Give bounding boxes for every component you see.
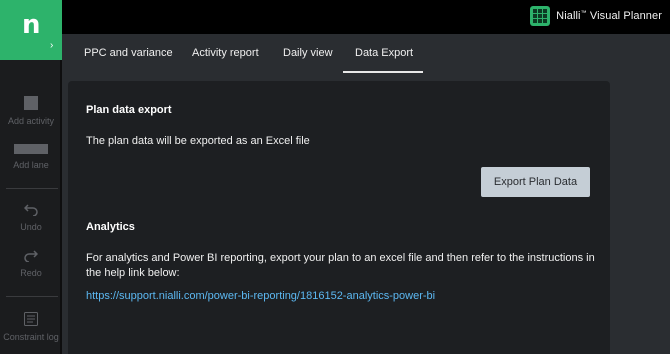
add-activity-button[interactable]: Add activity xyxy=(0,96,62,126)
redo-icon xyxy=(24,250,38,262)
nialli-grid-logo-icon xyxy=(530,6,551,26)
undo-button[interactable]: Undo xyxy=(0,204,62,232)
tool-sidebar: Add activity Add lane Undo Redo Constrai… xyxy=(0,60,62,354)
brand-name: Nialli™ Visual Planner xyxy=(556,10,662,22)
tool-divider xyxy=(6,296,58,297)
top-bar: Nialli™ Visual Planner xyxy=(0,0,670,34)
power-bi-help-link[interactable]: https://support.nialli.com/power-bi-repo… xyxy=(86,290,435,302)
brand-name-text: Nialli xyxy=(556,10,581,22)
tab-data-export[interactable]: Data Export xyxy=(355,47,413,59)
analytics-heading: Analytics xyxy=(86,221,135,233)
plan-data-export-heading: Plan data export xyxy=(86,104,172,116)
add-lane-button[interactable]: Add lane xyxy=(0,144,62,170)
app-logo-button[interactable]: n › xyxy=(0,0,62,60)
data-export-card: Plan data export The plan data will be e… xyxy=(68,81,610,354)
constraint-log-button[interactable]: Constraint log xyxy=(0,312,62,343)
redo-button[interactable]: Redo xyxy=(0,250,62,278)
redo-label: Redo xyxy=(20,268,42,278)
chevron-right-icon: › xyxy=(50,40,54,51)
app-logo-letter: n xyxy=(22,10,41,40)
analytics-description: For analytics and Power BI reporting, ex… xyxy=(86,251,606,281)
analytics-description-line-1: For analytics and Power BI reporting, ex… xyxy=(86,252,595,264)
plan-data-export-description: The plan data will be exported as an Exc… xyxy=(86,135,310,147)
undo-icon xyxy=(24,204,38,216)
brand-product: Visual Planner xyxy=(589,10,662,22)
square-icon xyxy=(24,96,38,110)
tab-daily-view[interactable]: Daily view xyxy=(283,47,333,59)
add-lane-label: Add lane xyxy=(13,160,49,170)
constraint-log-label: Constraint log xyxy=(3,332,59,342)
main-panel: PPC and variance Activity report Daily v… xyxy=(62,34,670,354)
active-tab-indicator xyxy=(343,71,423,73)
report-tabs: PPC and variance Activity report Daily v… xyxy=(62,34,670,73)
undo-label: Undo xyxy=(20,222,42,232)
tab-activity-report[interactable]: Activity report xyxy=(192,47,259,59)
tab-ppc-and-variance[interactable]: PPC and variance xyxy=(84,47,173,59)
log-icon xyxy=(24,312,38,326)
trademark-mark: ™ xyxy=(580,10,587,17)
analytics-description-line-2: the help link below: xyxy=(86,267,180,279)
tool-divider xyxy=(6,188,58,189)
export-plan-data-button[interactable]: Export Plan Data xyxy=(481,167,590,197)
brand: Nialli™ Visual Planner xyxy=(530,5,662,27)
add-activity-label: Add activity xyxy=(7,116,55,126)
lane-icon xyxy=(14,144,48,154)
